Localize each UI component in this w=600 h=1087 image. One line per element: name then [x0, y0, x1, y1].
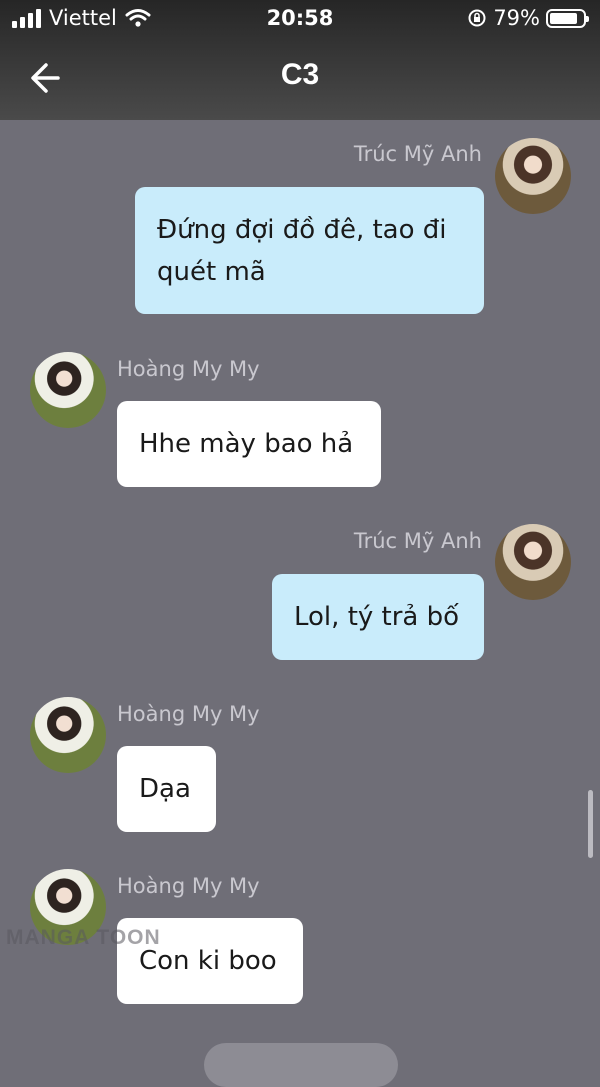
avatar[interactable] — [30, 697, 106, 773]
scrollbar[interactable] — [588, 790, 593, 858]
orientation-lock-icon — [468, 9, 486, 27]
status-right: 79% — [467, 6, 589, 30]
avatar[interactable] — [495, 524, 571, 600]
top-bar: Viettel 20:58 79% C3 — [0, 0, 600, 120]
message-bubble[interactable]: Dạa — [117, 746, 216, 832]
sender-name: Trúc Mỹ Anh — [353, 142, 482, 166]
sender-name: Hoàng My My — [117, 874, 260, 898]
message-text: Đứng đợi đồ đê, tao đi quét mã — [157, 214, 447, 287]
battery-percent: 79% — [493, 6, 540, 30]
sender-name: Trúc Mỹ Anh — [353, 529, 482, 553]
status-bar: Viettel 20:58 79% — [0, 0, 600, 40]
sender-name: Hoàng My My — [117, 702, 260, 726]
watermark: MANGA TOON — [6, 926, 161, 949]
message-text: Dạa — [139, 774, 191, 804]
chat-title: C3 — [280, 58, 320, 91]
message-text: Lol, tý trả bố — [294, 602, 460, 632]
bottom-button[interactable] — [204, 1043, 398, 1087]
message-text: Hhe mày bao hả — [139, 429, 354, 459]
message-bubble[interactable]: Hhe mày bao hả — [117, 401, 381, 487]
avatar[interactable] — [495, 138, 571, 214]
avatar[interactable] — [30, 352, 106, 428]
message-bubble[interactable]: Đứng đợi đồ đê, tao đi quét mã — [135, 187, 484, 314]
battery-icon — [546, 8, 589, 28]
sender-name: Hoàng My My — [117, 357, 260, 381]
message-bubble[interactable]: Lol, tý trả bố — [272, 574, 484, 660]
